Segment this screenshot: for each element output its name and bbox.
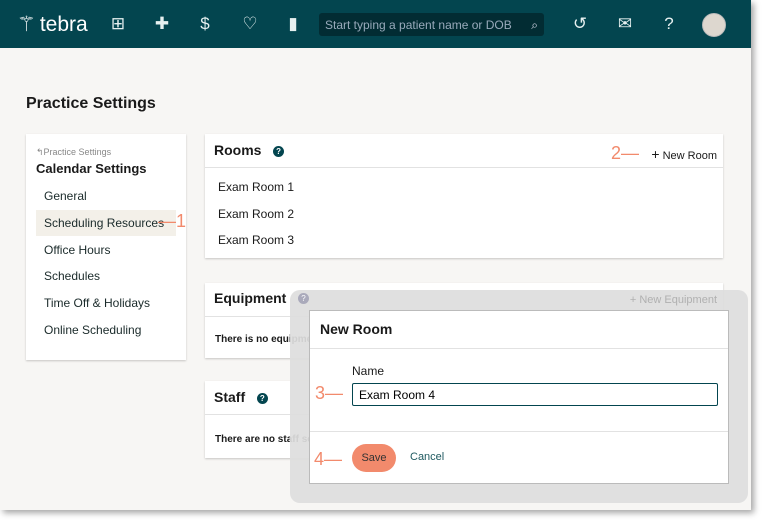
callout-1: —1	[158, 211, 187, 231]
sidebar-item-office-hours[interactable]: Office Hours	[36, 237, 176, 263]
help-icon[interactable]: ?	[256, 392, 268, 404]
history-icon[interactable]: ↺	[570, 14, 590, 34]
help-icon[interactable]: ?	[659, 14, 679, 34]
apps-grid-icon[interactable]: ⊞	[108, 14, 128, 34]
page-title: Practice Settings	[26, 95, 156, 112]
sidebar-item-general[interactable]: General	[36, 183, 176, 209]
sidebar-item-schedules[interactable]: Schedules	[36, 263, 176, 289]
clinical-cross-icon[interactable]: ✚	[152, 14, 172, 34]
help-icon: ?	[298, 293, 309, 304]
new-room-dialog: New Room Name Save Cancel	[309, 310, 729, 484]
patient-engagement-icon[interactable]: ♡	[240, 14, 260, 34]
logo-mark-icon: ⚚	[17, 13, 36, 36]
staff-title: Staff ?	[214, 389, 268, 405]
save-button[interactable]: Save	[352, 444, 396, 472]
rooms-card: Rooms ? + New Room Exam Room 1 Exam Room…	[205, 134, 723, 258]
back-link[interactable]: ↰Practice Settings	[36, 147, 111, 158]
rooms-title: Rooms ?	[214, 142, 285, 158]
avatar[interactable]	[702, 13, 726, 37]
patient-search-input[interactable]: Start typing a patient name or DOB ⌕	[319, 13, 544, 36]
callout-2: 2—	[611, 143, 640, 163]
top-nav-bar: ⚚ tebra ⊞ ✚ $ ♡ ▮ Start typing a patient …	[0, 0, 751, 48]
callout-4: 4—	[314, 449, 343, 469]
new-equipment-button: + New Equipment	[629, 294, 717, 306]
room-name-input[interactable]	[352, 383, 718, 406]
equipment-title: Equipment	[214, 290, 287, 306]
new-room-button[interactable]: + New Room	[651, 146, 717, 162]
tebra-logo[interactable]: ⚚ tebra	[17, 12, 88, 37]
room-item[interactable]: Exam Room 3	[218, 233, 294, 247]
room-item[interactable]: Exam Room 2	[218, 207, 294, 221]
dialog-title: New Room	[320, 321, 393, 337]
help-icon[interactable]: ?	[273, 145, 285, 157]
callout-3: 3—	[315, 383, 344, 403]
sidebar-section-title: Calendar Settings	[36, 161, 147, 176]
sidebar-item-online-scheduling[interactable]: Online Scheduling	[36, 317, 176, 343]
billing-dollar-icon[interactable]: $	[195, 14, 215, 34]
room-item[interactable]: Exam Room 1	[218, 180, 294, 194]
mail-icon[interactable]: ✉	[615, 14, 635, 34]
reports-bar-chart-icon[interactable]: ▮	[283, 14, 303, 34]
plus-icon: +	[651, 146, 660, 162]
divider	[310, 431, 728, 432]
settings-sidebar: ↰Practice Settings Calendar Settings Gen…	[26, 134, 186, 360]
search-icon[interactable]: ⌕	[531, 18, 538, 32]
divider	[310, 348, 728, 349]
app-window: ⚚ tebra ⊞ ✚ $ ♡ ▮ Start typing a patient …	[0, 0, 751, 510]
cancel-button[interactable]: Cancel	[410, 451, 444, 463]
name-label: Name	[352, 364, 385, 378]
sidebar-item-time-off[interactable]: Time Off & Holidays	[36, 290, 176, 316]
sidebar-item-scheduling-resources[interactable]: Scheduling Resources	[36, 210, 176, 236]
divider	[205, 167, 723, 168]
